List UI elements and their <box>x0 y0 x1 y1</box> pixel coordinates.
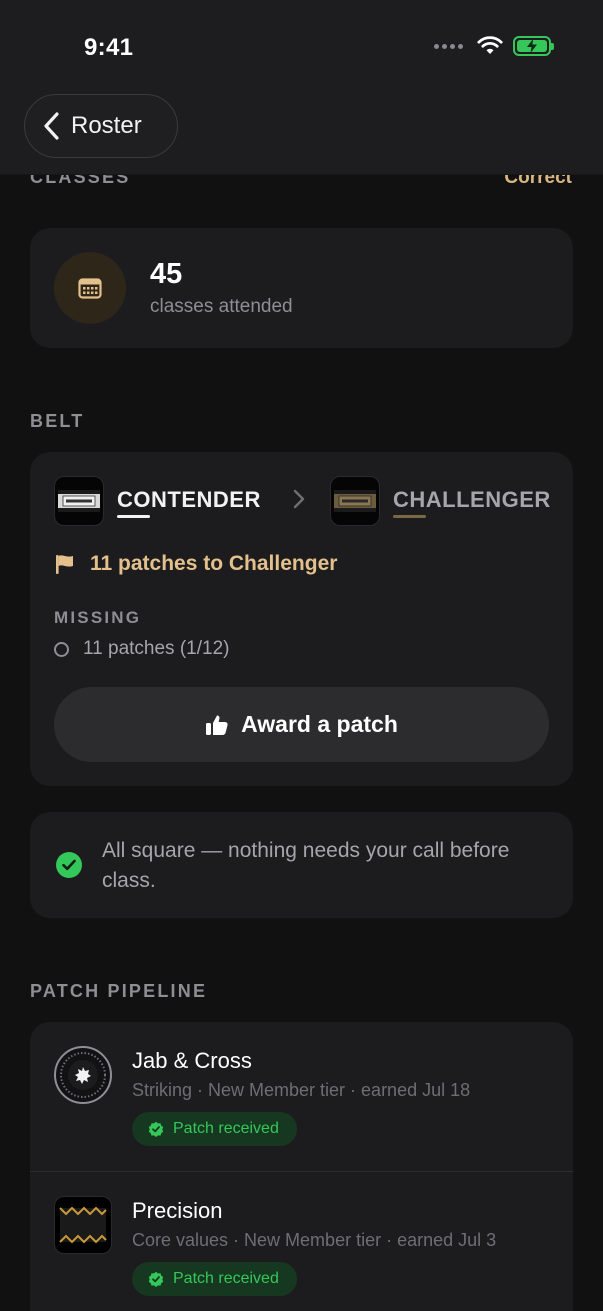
back-button-label: Roster <box>71 112 142 139</box>
signal-icon <box>434 43 463 49</box>
classes-count: 45 <box>150 258 183 290</box>
jab-cross-patch-icon <box>54 1046 112 1104</box>
precision-patch-icon <box>54 1196 112 1254</box>
current-belt-name: CONTENDER <box>117 487 261 512</box>
patches-progress-text: 11 patches to Challenger <box>90 552 338 575</box>
battery-icon <box>513 36 554 56</box>
next-belt-underline <box>393 515 426 518</box>
award-patch-label: Award a patch <box>241 711 398 737</box>
status-badge-label: Patch received <box>173 1120 279 1137</box>
pipeline-row[interactable]: Jab & Cross Striking · New Member tier ·… <box>30 1022 573 1172</box>
top-bar: 9:41 Roster <box>0 0 603 175</box>
verified-check-icon <box>148 1271 164 1287</box>
pipeline-item-title: Jab & Cross <box>132 1048 252 1073</box>
all-square-text: All square — nothing needs your call bef… <box>102 839 510 892</box>
current-belt-underline <box>117 515 150 518</box>
pipeline-item-meta: Core values · New Member tier · earned J… <box>132 1230 497 1250</box>
missing-label: MISSING <box>54 608 142 627</box>
pipeline-item-title: Precision <box>132 1198 223 1223</box>
pipeline-item-meta: Striking · New Member tier · earned Jul … <box>132 1080 471 1100</box>
pipeline-row[interactable]: Precision Core values · New Member tier … <box>30 1172 573 1311</box>
classes-count-label: classes attended <box>150 296 293 317</box>
all-square-card: All square — nothing needs your call bef… <box>30 812 573 918</box>
missing-item: 11 patches (1/12) <box>54 638 229 660</box>
thumbs-up-icon <box>206 715 228 735</box>
belt-card: CONTENDER CHALLENGER 11 patches to Chall… <box>30 452 573 786</box>
verified-check-icon <box>148 1121 164 1137</box>
contender-belt-icon <box>54 476 104 526</box>
check-circle-icon <box>56 852 82 878</box>
wifi-icon <box>477 36 503 54</box>
calendar-icon <box>54 252 126 324</box>
status-badge: Patch received <box>132 1262 297 1296</box>
award-patch-button[interactable]: Award a patch <box>54 687 549 762</box>
section-label-belt: BELT <box>30 411 85 431</box>
patch-pipeline-card: Jab & Cross Striking · New Member tier ·… <box>30 1022 573 1311</box>
chevron-left-icon <box>44 112 59 140</box>
flag-icon <box>56 555 73 574</box>
classes-card: 45 classes attended <box>30 228 573 348</box>
patches-progress: 11 patches to Challenger <box>54 552 337 576</box>
status-time: 9:41 <box>84 34 134 61</box>
status-badge: Patch received <box>132 1112 297 1146</box>
back-button[interactable]: Roster <box>24 94 178 158</box>
empty-circle-icon <box>54 641 69 657</box>
next-belt-name: CHALLENGER <box>393 487 551 512</box>
status-badge-label: Patch received <box>173 1270 279 1287</box>
challenger-belt-icon <box>330 476 380 526</box>
status-icons <box>434 36 554 56</box>
missing-item-text: 11 patches (1/12) <box>83 638 230 659</box>
section-label-patch-pipeline: PATCH PIPELINE <box>30 981 208 1001</box>
chevron-right-icon <box>293 489 305 509</box>
